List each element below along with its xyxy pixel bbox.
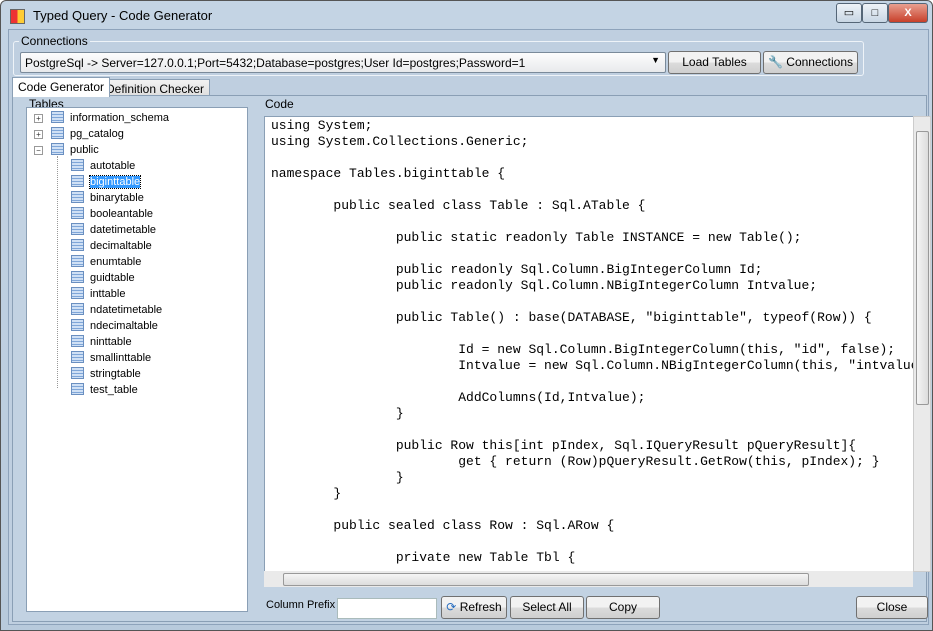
tree-node-label: biginttable <box>88 175 142 189</box>
window-title: Typed Query - Code Generator <box>33 8 213 23</box>
table-icon <box>71 351 84 363</box>
expand-icon[interactable]: + <box>34 130 43 139</box>
tree-node-table[interactable]: booleantable <box>71 207 153 221</box>
tree-node-label: public <box>70 144 99 156</box>
close-window-button[interactable]: X <box>888 3 928 23</box>
connections-button[interactable]: 🔧 Connections <box>763 51 858 74</box>
tab-code-generator[interactable]: Code Generator <box>12 77 111 97</box>
code-label: Code <box>263 97 296 111</box>
tree-node-table[interactable]: datetimetable <box>71 223 156 237</box>
table-icon <box>71 207 84 219</box>
code-editor[interactable]: using System; using System.Collections.G… <box>264 116 914 572</box>
select-all-button[interactable]: Select All <box>510 596 584 619</box>
tree-node-label: autotable <box>90 160 136 172</box>
table-icon <box>51 111 64 123</box>
tree-node-table[interactable]: autotable <box>71 159 135 173</box>
vertical-scrollbar[interactable] <box>913 116 931 572</box>
app-icon <box>10 9 25 24</box>
tree-node-label: datetimetable <box>90 224 157 236</box>
expand-icon[interactable]: + <box>34 114 43 123</box>
tree-node-label: smallinttable <box>90 352 152 364</box>
column-prefix-input[interactable] <box>337 598 437 619</box>
table-icon <box>71 271 84 283</box>
connections-button-label: Connections <box>786 55 853 69</box>
connections-label: Connections <box>19 34 90 48</box>
table-icon <box>71 191 84 203</box>
tree-node-table[interactable]: test_table <box>71 383 138 397</box>
tree-node-pg-catalog[interactable]: pg_catalog <box>51 127 124 141</box>
tree-node-label: inttable <box>90 288 126 300</box>
horizontal-scrollbar[interactable] <box>264 571 913 587</box>
minimize-button[interactable]: ▭ <box>836 3 862 23</box>
table-icon <box>51 127 64 139</box>
title-bar: Typed Query - Code Generator ▭ □ X <box>1 1 932 29</box>
tree-node-table[interactable]: ndecimaltable <box>71 319 158 333</box>
tree-node-label: ndecimaltable <box>90 320 158 332</box>
tree-node-table[interactable]: stringtable <box>71 367 141 381</box>
client-area: Connections PostgreSql -> Server=127.0.0… <box>8 29 931 625</box>
tree-node-table[interactable]: decimaltable <box>71 239 152 253</box>
tree-node-label: pg_catalog <box>70 128 124 140</box>
code-generator-panel: Tables + information_schema + pg_catalog… <box>12 95 931 622</box>
tree-node-label: test_table <box>90 384 138 396</box>
tree-node-label: ndatetimetable <box>90 304 163 316</box>
refresh-button[interactable]: ⟳ Refresh <box>441 596 507 619</box>
main-window: Typed Query - Code Generator ▭ □ X Conne… <box>0 0 933 631</box>
tree-node-table[interactable]: binarytable <box>71 191 144 205</box>
refresh-icon: ⟳ <box>446 600 457 614</box>
table-icon <box>71 319 84 331</box>
table-icon <box>71 367 84 379</box>
connections-group: Connections PostgreSql -> Server=127.0.0… <box>13 34 864 76</box>
tree-node-label: information_schema <box>70 112 170 124</box>
table-icon <box>71 159 84 171</box>
table-icon <box>71 303 84 315</box>
tree-node-information-schema[interactable]: information_schema <box>51 111 169 125</box>
tree-node-table[interactable]: guidtable <box>71 271 135 285</box>
scroll-thumb[interactable] <box>283 573 809 586</box>
table-icon <box>71 175 84 187</box>
table-icon <box>71 239 84 251</box>
tree-node-table[interactable]: enumtable <box>71 255 141 269</box>
wrench-icon: 🔧 <box>767 55 783 69</box>
load-tables-button[interactable]: Load Tables <box>668 51 761 74</box>
tables-tree[interactable]: + information_schema + pg_catalog − publ… <box>26 107 248 612</box>
tree-node-label: guidtable <box>90 272 135 284</box>
tree-node-label: booleantable <box>90 208 154 220</box>
table-icon <box>71 255 84 267</box>
tree-node-table[interactable]: ninttable <box>71 335 132 349</box>
tree-node-table[interactable]: biginttable <box>71 175 142 189</box>
table-icon <box>51 143 64 155</box>
refresh-label: Refresh <box>459 600 502 614</box>
connection-select[interactable]: PostgreSql -> Server=127.0.0.1;Port=5432… <box>20 52 666 73</box>
tree-node-label: binarytable <box>90 192 144 204</box>
table-icon <box>71 287 84 299</box>
connection-value: PostgreSql -> Server=127.0.0.1;Port=5432… <box>25 56 526 70</box>
close-button[interactable]: Close <box>856 596 928 619</box>
copy-button[interactable]: Copy <box>586 596 660 619</box>
code-text: using System; using System.Collections.G… <box>271 118 913 565</box>
scroll-thumb[interactable] <box>916 131 929 405</box>
tree-node-table[interactable]: ndatetimetable <box>71 303 162 317</box>
maximize-button[interactable]: □ <box>862 3 888 23</box>
tree-line <box>57 156 58 388</box>
chevron-down-icon: ▼ <box>651 55 660 65</box>
tree-node-label: ninttable <box>90 336 132 348</box>
tree-node-public[interactable]: public <box>51 143 99 157</box>
tree-node-label: enumtable <box>90 256 142 268</box>
tree-node-label: stringtable <box>90 368 141 380</box>
table-icon <box>71 335 84 347</box>
table-icon <box>71 223 84 235</box>
tree-node-label: decimaltable <box>90 240 152 252</box>
column-prefix-label: Column Prefix <box>266 599 336 611</box>
table-icon <box>71 383 84 395</box>
tree-node-table[interactable]: inttable <box>71 287 125 301</box>
collapse-icon[interactable]: − <box>34 146 43 155</box>
tree-node-table[interactable]: smallinttable <box>71 351 151 365</box>
